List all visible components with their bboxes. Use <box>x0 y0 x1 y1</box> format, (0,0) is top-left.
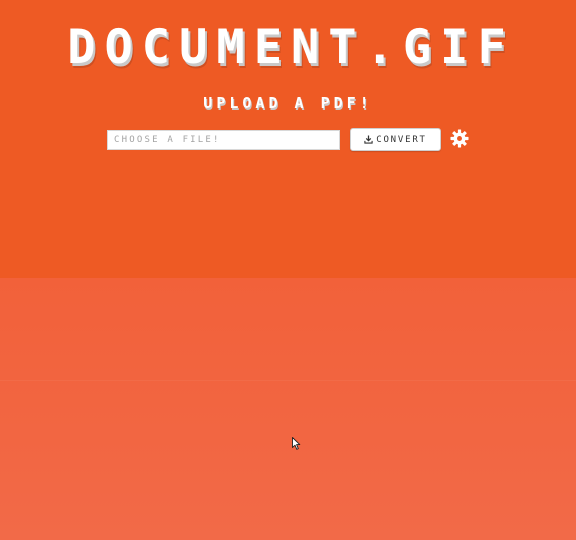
site-title: DOCUMENT.GIF <box>67 20 515 75</box>
mouse-pointer-icon <box>292 437 301 450</box>
upload-prompt: UPLOAD A PDF! <box>203 94 373 112</box>
convert-button-label: CONVERT <box>376 134 427 145</box>
gear-icon[interactable] <box>450 129 469 148</box>
download-icon <box>364 135 373 144</box>
file-chooser-input[interactable] <box>107 130 340 150</box>
convert-button[interactable]: CONVERT <box>350 128 441 151</box>
page: DOCUMENT.GIF UPLOAD A PDF! CONVERT <box>0 0 576 540</box>
content-section <box>0 278 576 540</box>
section-divider <box>0 380 576 381</box>
